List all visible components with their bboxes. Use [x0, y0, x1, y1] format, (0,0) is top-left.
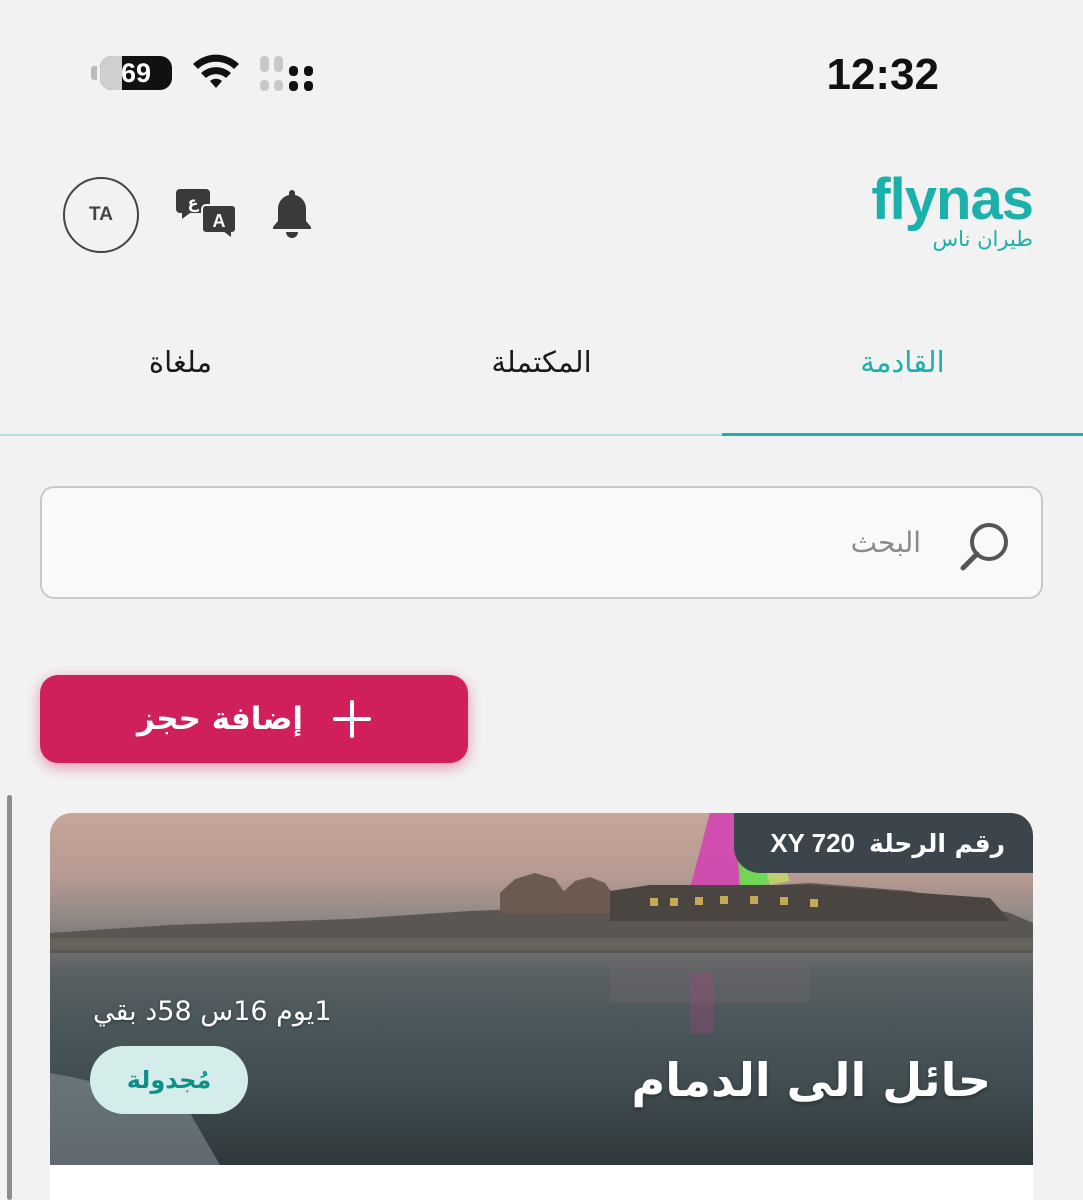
svg-text:A: A — [213, 211, 226, 231]
route-title: حائل الى الدمام — [631, 1053, 991, 1107]
add-booking-button[interactable]: إضافة حجز — [40, 675, 468, 763]
tab-cancelled[interactable]: ملغاة — [0, 320, 361, 434]
time-remaining: 1يوم 16س 58د بقي — [93, 996, 332, 1027]
flynas-logo: flynas طيران ناس — [871, 167, 1034, 251]
trip-tabs: القادمة المكتملة ملغاة — [0, 320, 1083, 436]
flight-number-badge: رقم الرحلة XY 720 — [734, 813, 1033, 873]
search-box — [40, 486, 1043, 599]
battery-nub — [91, 66, 97, 80]
logo-latin-text: flynas — [871, 167, 1034, 232]
language-icon[interactable]: ع A — [176, 187, 238, 241]
active-tab-indicator — [722, 433, 1083, 436]
card-body — [50, 1165, 1033, 1200]
add-booking-label: إضافة حجز — [136, 701, 304, 737]
scrollbar[interactable] — [7, 795, 12, 1200]
notification-bell-icon[interactable] — [270, 188, 314, 240]
tab-completed[interactable]: المكتملة — [361, 320, 722, 434]
battery-icon: 69 — [100, 56, 172, 90]
signal-icon — [260, 56, 313, 91]
tab-upcoming[interactable]: القادمة — [722, 320, 1083, 434]
booking-card[interactable]: رقم الرحلة XY 720 1يوم 16س 58د بقي مُجدو… — [50, 813, 1033, 1200]
wifi-icon — [193, 54, 239, 88]
svg-text:ع: ع — [188, 193, 200, 212]
clock: 12:32 — [826, 50, 939, 99]
search-icon — [960, 523, 1008, 571]
plus-icon — [333, 700, 372, 738]
app-header: TA ع A flynas طيران ناس — [0, 160, 1083, 270]
status-bar: 69 12:32 — [0, 0, 1083, 140]
flight-number-label: رقم الرحلة — [869, 828, 1005, 858]
battery-level: 69 — [120, 57, 152, 88]
status-badge: مُجدولة — [90, 1046, 248, 1114]
flight-number: XY 720 — [770, 827, 856, 858]
avatar[interactable]: TA — [63, 177, 139, 253]
search-input[interactable] — [62, 488, 921, 597]
